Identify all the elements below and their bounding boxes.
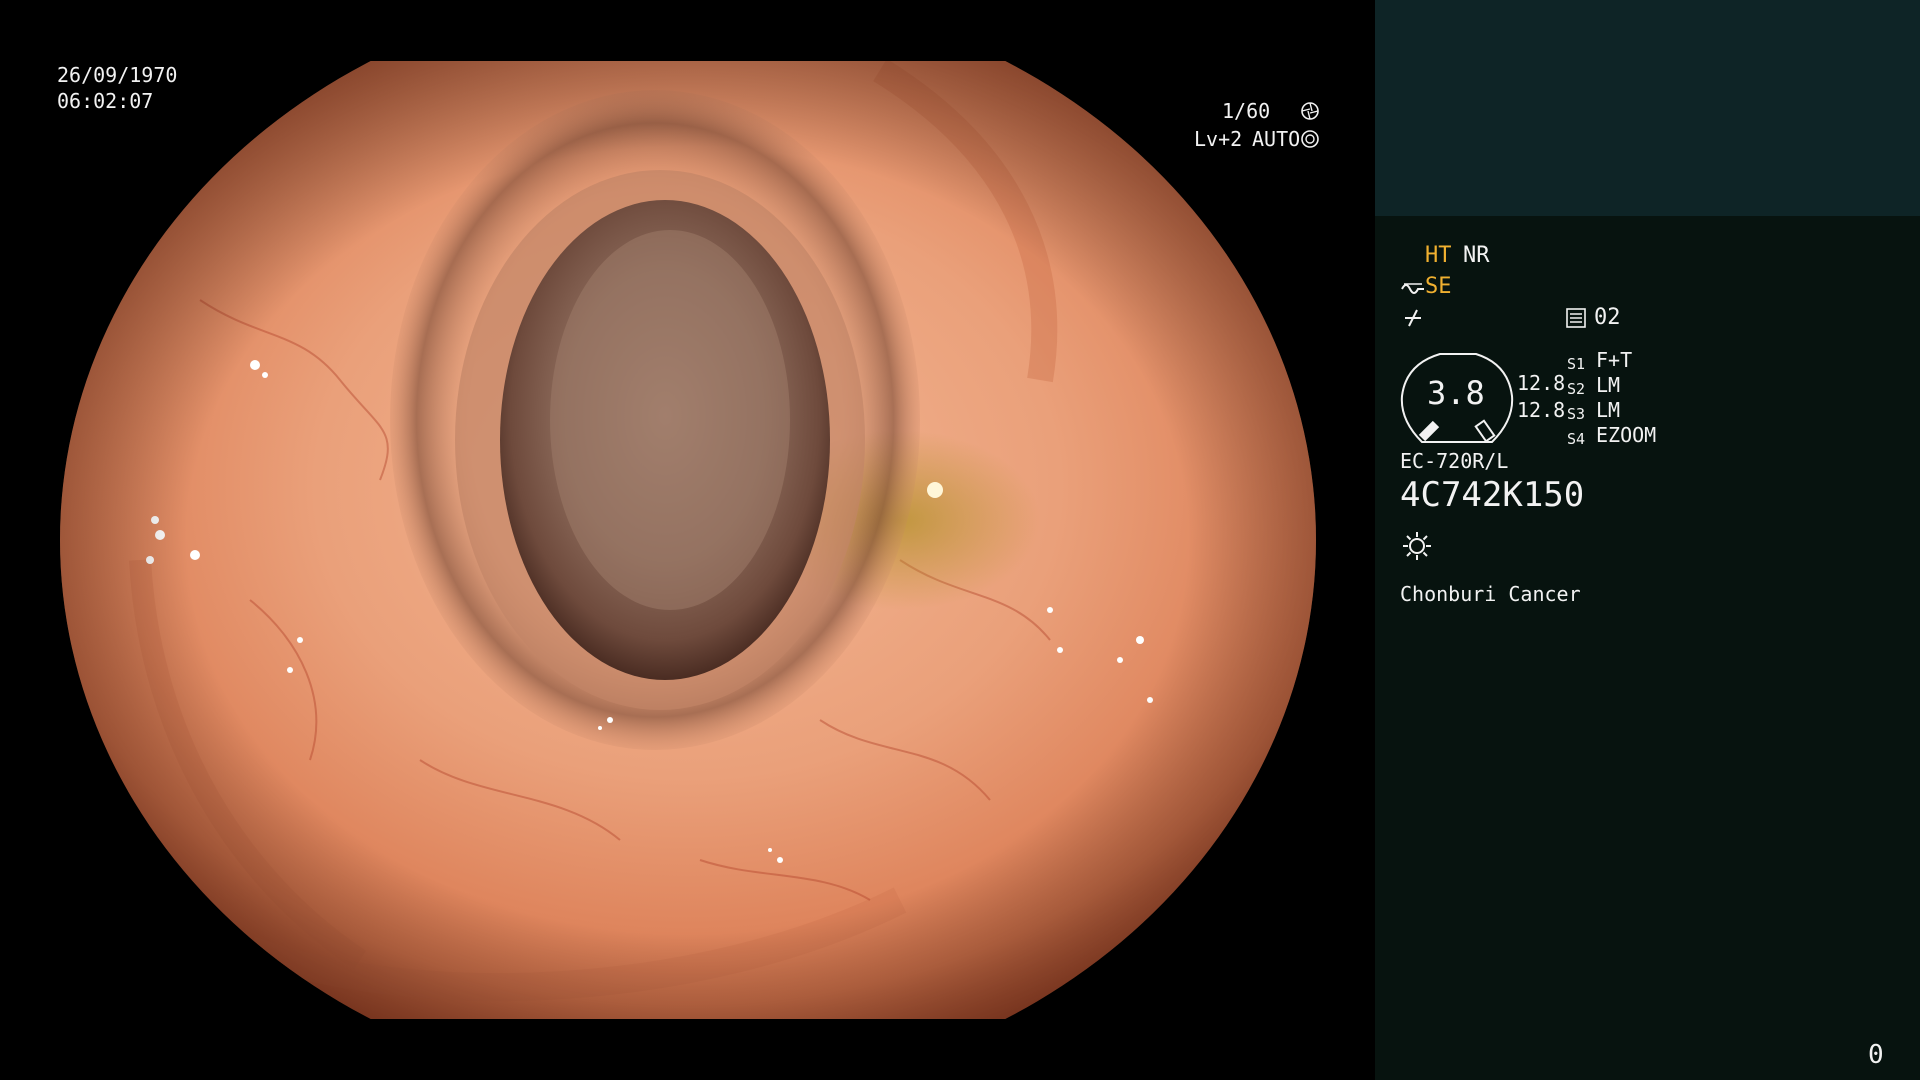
- zoom-lower-value: 12.8: [1517, 398, 1566, 422]
- endoscopic-image: [60, 61, 1316, 1019]
- se-indicator: SE: [1425, 274, 1452, 299]
- panel-header-area: [1375, 0, 1920, 216]
- light-level-label: Lv+2: [1194, 127, 1243, 151]
- switch-2-value: LM: [1596, 373, 1621, 397]
- light-icon: [1403, 532, 1431, 560]
- auto-exposure-icon: [1301, 130, 1319, 148]
- color-tone-icon: [1405, 309, 1421, 327]
- shutter-speed-label: 1/60: [1222, 99, 1271, 123]
- scope-model: EC-720R/L: [1400, 449, 1509, 473]
- aperture-icon: [1301, 102, 1319, 120]
- nr-indicator: NR: [1463, 243, 1490, 268]
- switch-3-key: S3: [1567, 405, 1586, 423]
- ht-indicator: HT: [1425, 243, 1452, 268]
- exposure-mode-label: AUTO: [1252, 127, 1301, 151]
- memory-card-icon: [1566, 308, 1586, 328]
- time-label: 06:02:07: [57, 89, 154, 113]
- switch-2-key: S2: [1567, 380, 1586, 398]
- switch-1-key: S1: [1567, 355, 1586, 373]
- zoom-value: 3.8: [1427, 374, 1485, 412]
- switch-1-value: F+T: [1596, 348, 1633, 372]
- endoscope-view: 26/09/1970 06:02:07 1/60 Lv+2 AUTO: [0, 0, 1375, 1080]
- switch-4-value: EZOOM: [1596, 423, 1657, 447]
- switch-3-value: LM: [1596, 398, 1621, 422]
- zoom-upper-value: 12.8: [1517, 371, 1566, 395]
- institution-name: Chonburi Cancer: [1400, 582, 1581, 606]
- structure-enhance-icon: [1401, 283, 1424, 294]
- memory-number: 02: [1594, 305, 1621, 330]
- frame-counter: 0: [1868, 1040, 1884, 1070]
- switch-4-key: S4: [1567, 430, 1586, 448]
- info-panel: HT NR SE 02 3.8 12.8 12.8 S1 F+T S2 LM S…: [1375, 0, 1920, 1080]
- date-label: 26/09/1970: [57, 63, 178, 87]
- scope-serial: 4C742K150: [1400, 475, 1585, 515]
